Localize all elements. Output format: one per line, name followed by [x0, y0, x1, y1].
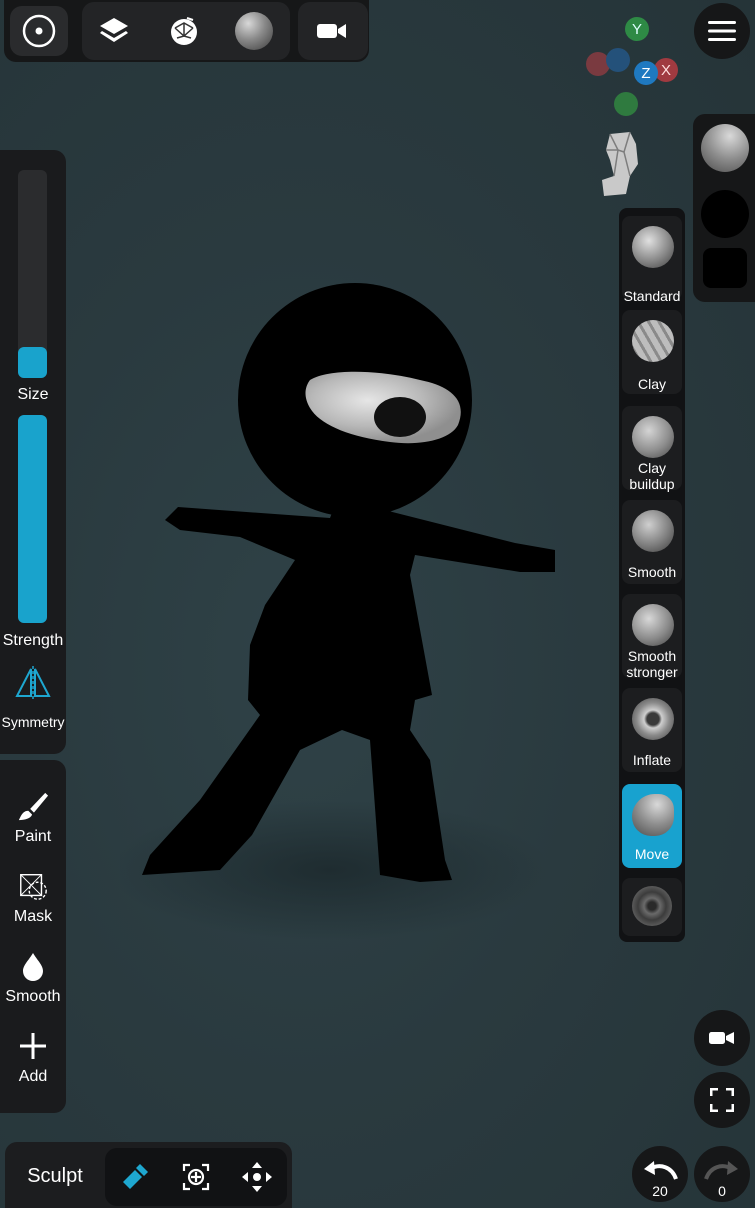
gizmo-icon — [182, 1163, 210, 1191]
undo-count: 20 — [652, 1183, 668, 1199]
sculpt-model[interactable] — [120, 270, 580, 970]
brush-inflate[interactable]: Inflate — [622, 688, 682, 772]
fullscreen-icon — [710, 1088, 734, 1112]
size-slider-fill — [18, 347, 47, 378]
strength-label: Strength — [2, 632, 64, 649]
color-swatch-square[interactable] — [703, 248, 747, 288]
paint-brush-icon — [17, 790, 49, 822]
standard-brush-icon — [632, 226, 674, 268]
smooth-brush-icon — [632, 510, 674, 552]
brush-smooth-stronger[interactable]: Smooth stronger — [622, 594, 682, 680]
strength-slider[interactable] — [18, 415, 47, 623]
symmetry-icon — [15, 666, 51, 700]
size-slider[interactable] — [18, 170, 47, 378]
smooth-stronger-brush-icon — [632, 604, 674, 646]
smooth-tool-label: Smooth — [5, 988, 61, 1005]
add-tool-button[interactable]: Add — [0, 1024, 66, 1100]
topology-button[interactable] — [154, 6, 214, 56]
brush-smooth[interactable]: Smooth — [622, 500, 682, 584]
hamburger-icon — [708, 21, 736, 41]
brush-clay[interactable]: Clay — [622, 310, 682, 394]
material-panel — [693, 114, 755, 302]
brush-list-panel: Standard Clay Clay buildup Smooth Smooth… — [619, 208, 685, 942]
material-sphere-icon — [235, 12, 273, 50]
orientation-head-icon[interactable] — [596, 130, 644, 200]
brush-settings-panel: Size Strength Symmetry — [0, 150, 66, 754]
material-preview-sphere[interactable] — [701, 124, 749, 172]
clay-buildup-brush-icon — [632, 416, 674, 458]
mask-icon — [17, 870, 49, 902]
redo-icon — [704, 1161, 738, 1180]
strength-slider-fill — [18, 415, 47, 623]
sculpt-mode-button[interactable] — [105, 1148, 165, 1206]
record-button[interactable] — [302, 6, 362, 56]
camera-icon — [709, 1032, 734, 1044]
axis-neg-z[interactable] — [606, 48, 630, 72]
twist-brush-icon — [632, 886, 672, 926]
bottom-mode-bar: Sculpt — [5, 1142, 292, 1208]
brush-standard[interactable]: Standard — [622, 216, 682, 304]
sculpt-mode-label[interactable]: Sculpt — [5, 1154, 105, 1198]
camera-icon — [317, 24, 346, 38]
axis-neg-y[interactable] — [614, 92, 638, 116]
mask-tool-label: Mask — [13, 908, 53, 925]
brush-clay-buildup[interactable]: Clay buildup — [622, 406, 682, 492]
move-brush-icon — [632, 794, 674, 836]
inflate-brush-icon — [632, 698, 674, 740]
mask-tool-button[interactable]: Mask — [0, 864, 66, 940]
move-arrows-icon — [242, 1162, 272, 1192]
redo-button[interactable]: 0 — [694, 1146, 750, 1202]
menu-button[interactable] — [694, 3, 750, 59]
layers-icon — [100, 18, 128, 42]
fullscreen-button[interactable] — [694, 1072, 750, 1128]
paint-tool-label: Paint — [14, 828, 52, 845]
brush-tool-icon — [123, 1164, 148, 1189]
droplet-icon — [17, 950, 49, 982]
undo-button[interactable]: 20 — [632, 1146, 688, 1202]
transform-mode-button[interactable] — [166, 1148, 226, 1206]
size-label: Size — [17, 386, 49, 403]
interaction-mode-group — [105, 1148, 287, 1206]
axis-z[interactable]: Z — [634, 61, 658, 85]
topology-icon — [171, 17, 197, 45]
brush-twist[interactable] — [622, 878, 682, 936]
target-icon — [22, 14, 56, 48]
axis-gizmo[interactable]: Y X Z — [580, 14, 690, 124]
symmetry-button[interactable]: Symmetry — [0, 662, 66, 734]
pivot-button[interactable] — [10, 6, 68, 56]
camera-view-button[interactable] — [694, 1010, 750, 1066]
smooth-tool-button[interactable]: Smooth — [0, 944, 66, 1020]
add-tool-label: Add — [18, 1068, 48, 1085]
clay-brush-icon — [632, 320, 674, 362]
color-swatch-circle[interactable] — [701, 190, 749, 238]
layers-button[interactable] — [84, 6, 144, 56]
symmetry-label: Symmetry — [1, 714, 65, 730]
undo-icon — [644, 1161, 678, 1180]
paint-tool-button[interactable]: Paint — [0, 784, 66, 860]
brush-move[interactable]: Move — [622, 784, 682, 868]
tool-panel: Paint Mask Smooth Add — [0, 760, 66, 1113]
top-toolbar — [4, 0, 369, 62]
move-mode-button[interactable] — [227, 1148, 287, 1206]
material-button[interactable] — [224, 6, 284, 56]
plus-icon — [17, 1030, 49, 1062]
redo-count: 0 — [718, 1183, 726, 1199]
axis-y[interactable]: Y — [625, 17, 649, 41]
